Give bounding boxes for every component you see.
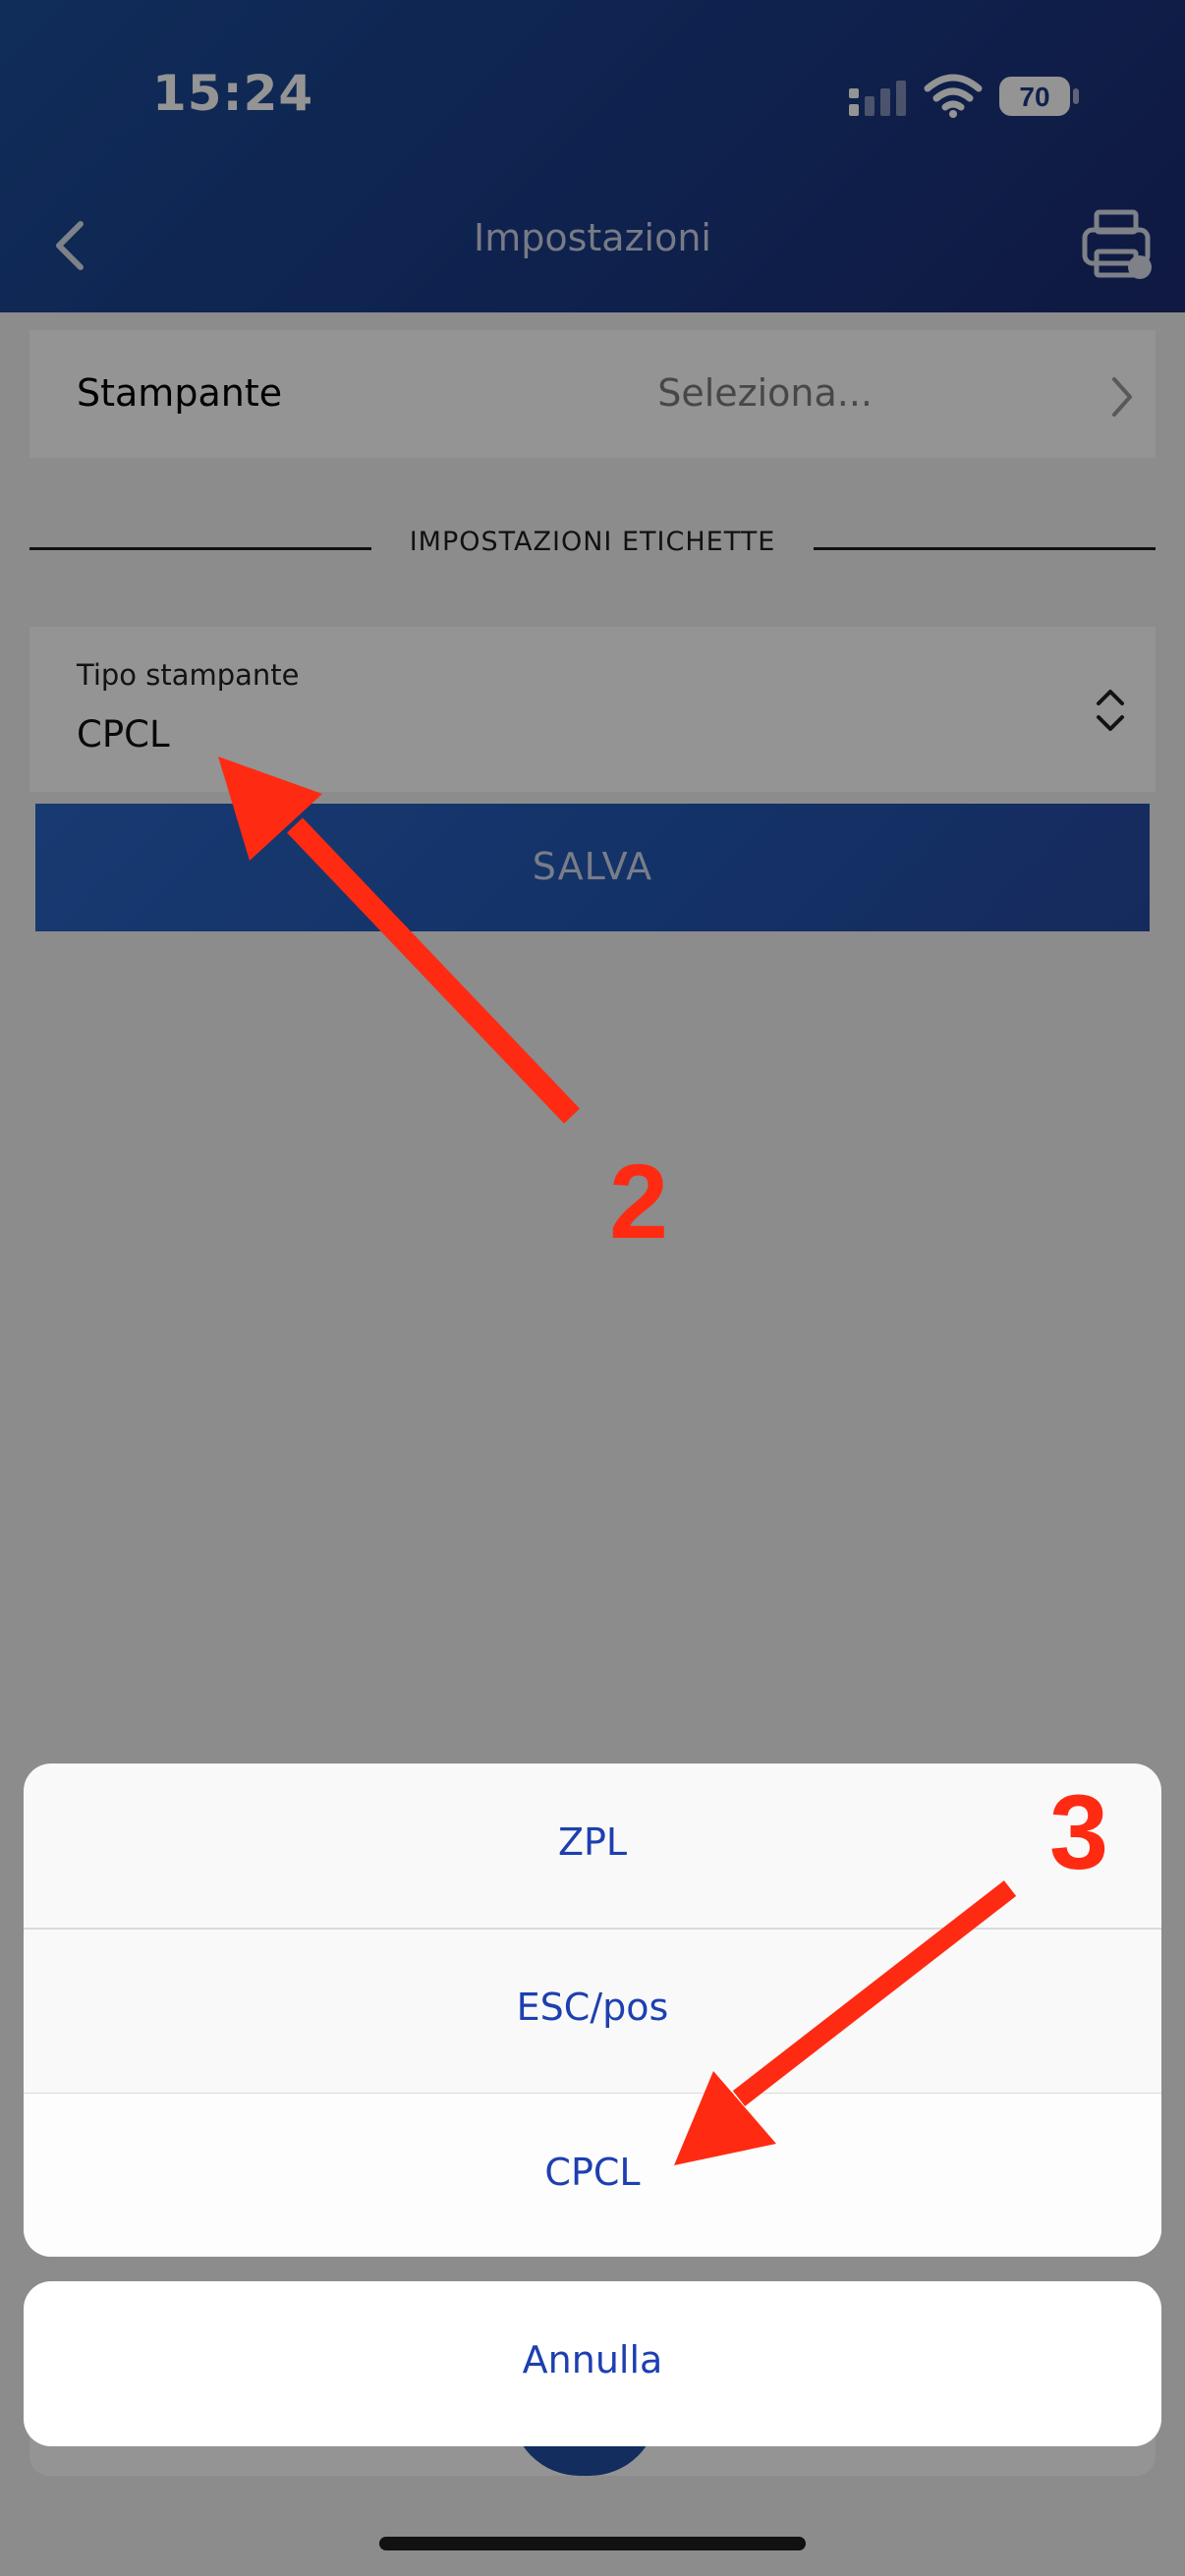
cancel-button[interactable]: Annulla <box>24 2281 1161 2446</box>
annotation-number-3: 3 <box>1049 1772 1109 1891</box>
option-label: CPCL <box>544 2151 641 2194</box>
home-indicator <box>379 2537 806 2550</box>
option-zpl[interactable]: ZPL <box>24 1764 1161 1930</box>
option-label: ESC/pos <box>516 1986 669 2029</box>
action-sheet: ZPL ESC/pos CPCL <box>24 1764 1161 2257</box>
option-label: ZPL <box>557 1820 628 1864</box>
cancel-button-label: Annulla <box>522 2338 663 2381</box>
annotation-number-2: 2 <box>609 1142 669 1260</box>
option-cpcl[interactable]: CPCL <box>24 2094 1161 2257</box>
settings-screen: 15:24 70 Impostazioni Stampante Selezion… <box>0 0 1185 2576</box>
option-esc-pos[interactable]: ESC/pos <box>24 1929 1161 2095</box>
